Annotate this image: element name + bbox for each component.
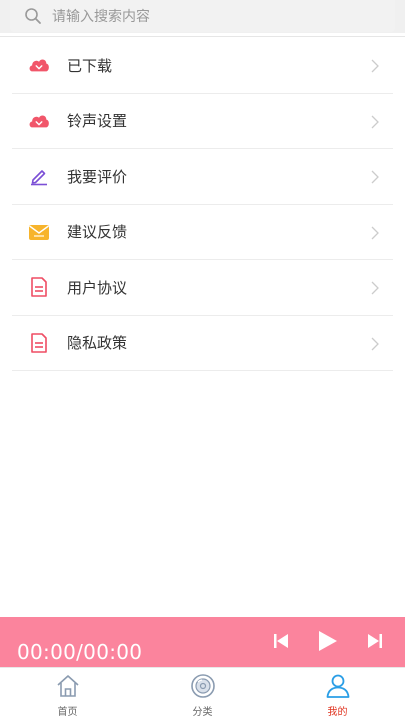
cloud-bell-icon	[28, 110, 50, 132]
menu-label: 隐私政策	[67, 334, 128, 353]
menu-item-feedback[interactable]: 建议反馈	[12, 205, 393, 260]
settings-menu: 已下载 铃声设置 我要评价 建议反馈 用户协议 隐私政策	[0, 38, 405, 371]
document-icon	[28, 332, 50, 354]
menu-label: 已下载	[67, 56, 113, 75]
tab-category[interactable]: 分类	[135, 668, 270, 720]
menu-label: 我要评价	[67, 167, 128, 186]
tab-home[interactable]: 首页	[0, 668, 135, 720]
playback-time: 00:00/00:00	[17, 640, 143, 664]
mail-icon	[28, 221, 50, 243]
pencil-icon	[28, 165, 50, 187]
chevron-right-icon	[371, 169, 379, 184]
tab-mine[interactable]: 我的	[270, 668, 405, 720]
divider	[0, 36, 405, 37]
user-icon	[325, 673, 351, 699]
chevron-right-icon	[371, 225, 379, 240]
menu-item-privacy-policy[interactable]: 隐私政策	[12, 316, 393, 371]
menu-item-rate[interactable]: 我要评价	[12, 149, 393, 205]
chevron-right-icon	[371, 336, 379, 351]
menu-label: 建议反馈	[67, 223, 128, 242]
menu-item-ringtone[interactable]: 铃声设置	[12, 94, 393, 149]
document-icon	[28, 276, 50, 298]
chevron-right-icon	[371, 58, 379, 73]
tab-label: 我的	[327, 707, 348, 718]
search-box[interactable]: 请输入搜索内容	[10, 0, 395, 32]
search-input[interactable]: 请输入搜索内容	[52, 6, 150, 26]
menu-item-downloaded[interactable]: 已下载	[12, 38, 393, 94]
bottom-tab-bar: 首页 分类 我的	[0, 667, 405, 720]
cloud-download-icon	[28, 54, 50, 76]
play-icon[interactable]	[316, 630, 338, 652]
chevron-right-icon	[371, 280, 379, 295]
search-bar: 请输入搜索内容	[0, 0, 405, 33]
chevron-right-icon	[371, 114, 379, 129]
tab-label: 首页	[57, 707, 78, 718]
home-icon	[55, 673, 81, 699]
tab-label: 分类	[192, 707, 213, 718]
menu-label: 用户协议	[67, 278, 128, 297]
mini-player: 00:00/00:00	[0, 617, 405, 667]
next-icon[interactable]	[364, 630, 386, 652]
menu-label: 铃声设置	[67, 112, 128, 131]
menu-item-user-agreement[interactable]: 用户协议	[12, 260, 393, 316]
previous-icon[interactable]	[270, 630, 292, 652]
disc-icon	[190, 673, 216, 699]
search-icon	[24, 7, 42, 25]
